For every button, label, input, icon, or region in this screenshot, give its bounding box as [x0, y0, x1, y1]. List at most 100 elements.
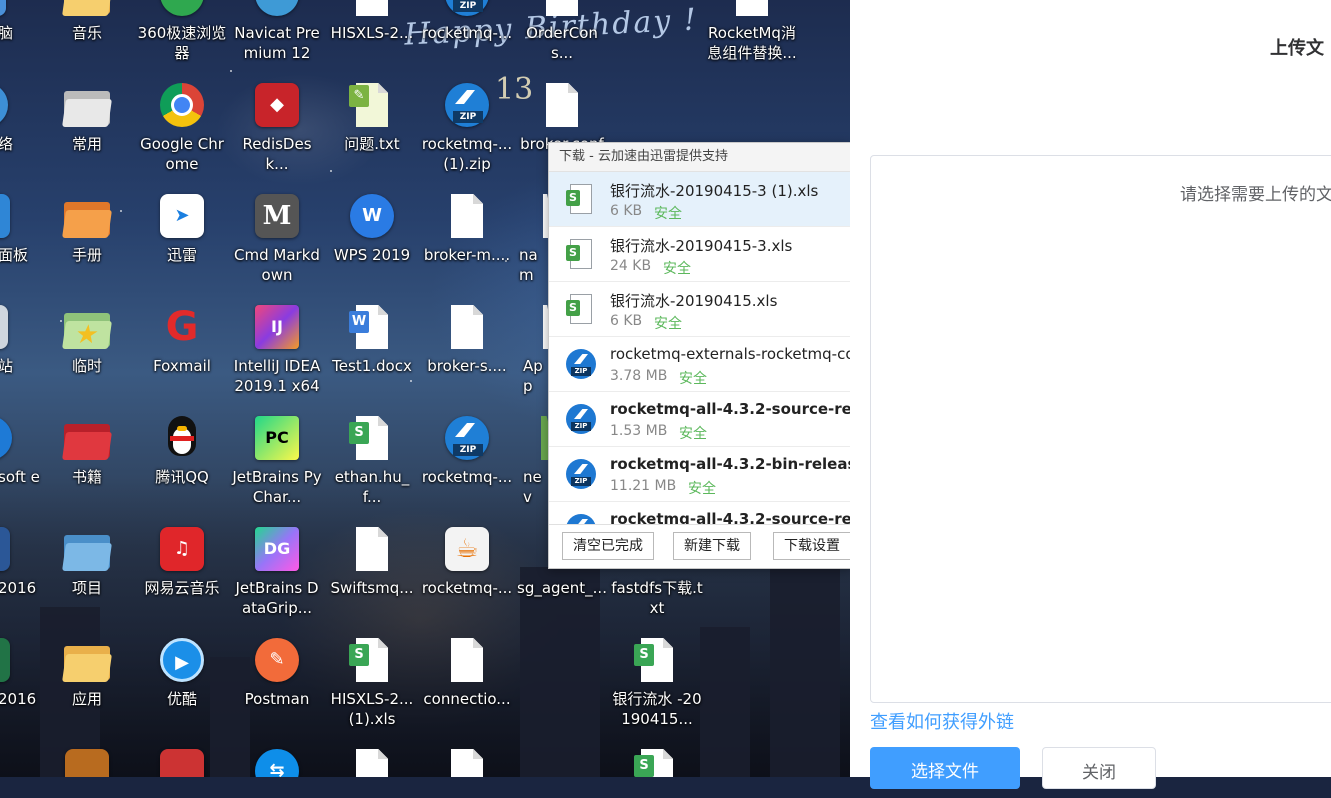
desktop-icon-edge[interactable]: e soft e [0, 414, 42, 487]
desktop-icon-ethan-file[interactable]: S ethan.hu_f... [326, 414, 418, 507]
pycharm-icon: PC [252, 414, 302, 464]
download-item[interactable]: ZIP rocketmq-externals-rocketmq-console 3.… [549, 337, 851, 392]
desktop-icon-label: rocketmq-... [421, 24, 513, 42]
download-item[interactable]: S 银行流水-20190415.xls 6 KB 安全 [549, 282, 851, 337]
desktop-icon-label: 络 [0, 135, 14, 153]
desktop-icon-file-a[interactable] [326, 747, 418, 777]
desktop-icon-music[interactable]: 音乐 [41, 0, 133, 43]
desktop-icon-hisxls-1[interactable]: S HISXLS-2... (1).xls [326, 636, 418, 729]
desktop-icon-label: 优酷 [166, 690, 197, 708]
document-icon [537, 81, 587, 131]
desktop-icon-file-b[interactable] [421, 747, 513, 777]
desktop-icon-label: HISXLS-2... [330, 24, 414, 42]
download-item-name: 银行流水-20190415.xls [610, 292, 778, 310]
desktop-icon-new[interactable]: nev [523, 414, 549, 507]
download-item-size: 6 KB [610, 313, 643, 329]
desktop-icon-common[interactable]: 常用 [41, 81, 133, 154]
desktop-icon-qq[interactable]: 腾讯QQ [136, 414, 228, 487]
youku-icon: ▶ [157, 636, 207, 686]
desktop-icon-computer[interactable]: 脑 [0, 0, 42, 43]
desktop-icon-app[interactable]: App [523, 303, 549, 396]
desktop-icon-navicat[interactable]: Navicat Premium 12 [231, 0, 323, 63]
desktop-icon-rocketmq-zip-1[interactable]: ZIP rocketmq-... (1).zip [421, 81, 513, 174]
desktop-icon-rocketmq-doc[interactable]: RocketMq消息组件替换... [706, 0, 798, 63]
external-link-help[interactable]: 查看如何获得外链 [870, 708, 1014, 734]
upload-dialog: 上传文 请选择需要上传的文 查看如何获得外链 选择文件 关闭 [850, 0, 1331, 789]
desktop-icon-cmd-markdown[interactable]: M Cmd Markdown [231, 192, 323, 285]
java-jar-icon: ☕ [442, 525, 492, 575]
desktop-icon-rocketmq-zip-2[interactable]: ZIP rocketmq-... [421, 414, 513, 487]
desktop-icon-intellij-idea[interactable]: IJ IntelliJ IDEA 2019.1 x64 [231, 303, 323, 396]
desktop-icon-file-c[interactable]: S [611, 747, 703, 777]
cmd-markdown-icon: M [252, 192, 302, 242]
desktop-icon-broker-m[interactable]: broker-m.... [421, 192, 513, 265]
desktop-icon-manual[interactable]: 手册 [41, 192, 133, 265]
desktop-icon-360-browser[interactable]: 360极速浏览器 [136, 0, 228, 63]
desktop-icon-label: 临时 [71, 357, 102, 375]
desktop-icon-temp[interactable]: ★ 临时 [41, 303, 133, 376]
desktop-icon-label: JetBrains DataGrip... [235, 579, 319, 617]
desktop-icon-redis-desktop[interactable]: ◆ RedisDesk... [231, 81, 323, 174]
desktop-icon-wps[interactable]: W WPS 2019 [326, 192, 418, 265]
download-item[interactable]: S 银行流水-20190415-3.xls 24 KB 安全 [549, 227, 851, 282]
desktop-icon-foxmail[interactable]: G Foxmail [136, 303, 228, 376]
document-icon [442, 747, 492, 777]
desktop-icon-rocketmq-jar[interactable]: ☕ rocketmq-... [421, 525, 513, 598]
spreadsheet-file-icon: S [566, 239, 596, 269]
desktop-icon-connection[interactable]: connectio... [421, 636, 513, 709]
foxmail-icon: G [165, 304, 199, 350]
desktop-icon-word-2016[interactable]: 2016 [0, 525, 42, 598]
download-item-status: 安全 [688, 481, 716, 497]
desktop-icon-game[interactable] [41, 747, 133, 777]
desktop-icon-datagrip[interactable]: DG JetBrains DataGrip... [231, 525, 323, 618]
desktop-icon-nam[interactable]: nam [519, 192, 549, 285]
desktop-icon-test1-docx[interactable]: W Test1.docx [326, 303, 418, 376]
desktop-icon-order-consumer[interactable]: OrderCons... [516, 0, 608, 63]
desktop-icon-projects[interactable]: 项目 [41, 525, 133, 598]
desktop-icon-question-txt[interactable]: ✎ 问题.txt [326, 81, 418, 154]
desktop-icon-pycharm[interactable]: PC JetBrains PyChar... [231, 414, 323, 507]
desktop-icon-bank-statement[interactable]: S 银行流水 -20190415... [611, 636, 703, 729]
desktop-icon-teamviewer[interactable]: ⇆ [231, 747, 323, 777]
document-icon [442, 303, 492, 353]
new-download-button[interactable]: 新建下载 [673, 532, 751, 560]
upload-drop-area[interactable] [870, 155, 1331, 703]
desktop-icon-swiftsmq[interactable]: Swiftsmq... [326, 525, 418, 598]
desktop-icon-label: sg_agent_... [517, 579, 607, 597]
folder-icon [62, 192, 112, 242]
wallpaper-star [330, 170, 332, 172]
choose-file-button[interactable]: 选择文件 [870, 747, 1020, 789]
desktop-icon-hisxls[interactable]: HISXLS-2... [326, 0, 418, 43]
desktop-icon-label: RedisDesk... [242, 135, 312, 173]
clear-completed-button[interactable]: 清空已完成 [562, 532, 654, 560]
download-item[interactable]: ZIP rocketmq-all-4.3.2-bin-release.zip 11.… [549, 447, 851, 502]
desktop-icon-netease-music[interactable]: ♫ 网易云音乐 [136, 525, 228, 598]
download-item[interactable]: S 银行流水-20190415-3 (1).xls 6 KB 安全 [549, 172, 851, 227]
desktop-icon-excel-2016[interactable]: 2016 [0, 636, 42, 709]
desktop-icon-network[interactable]: 络 [0, 81, 42, 154]
desktop-icon-nes[interactable] [136, 747, 228, 777]
desktop-icon-broker-s[interactable]: broker-s.... [421, 303, 513, 376]
postman-icon: ✎ [252, 636, 302, 686]
zip-file-icon: ZIP [566, 514, 596, 524]
close-button[interactable]: 关闭 [1042, 747, 1156, 789]
download-item-name: 银行流水-20190415-3 (1).xls [610, 182, 819, 200]
download-item[interactable]: ZIP rocketmq-all-4.3.2-source-release [549, 502, 851, 524]
download-item-name: rocketmq-all-4.3.2-bin-release.zip [610, 455, 851, 473]
desktop-icon-label: fastdfs下载.txt [611, 579, 703, 617]
desktop-icon-rocketmq-zip[interactable]: ZIP rocketmq-... [421, 0, 513, 43]
desktop-icon-label: OrderCons... [526, 24, 598, 62]
download-item-name: rocketmq-all-4.3.2-source-release [610, 510, 851, 524]
download-item[interactable]: ZIP rocketmq-all-4.3.2-source-release.zip… [549, 392, 851, 447]
download-item-status: 安全 [654, 316, 682, 332]
download-settings-button[interactable]: 下载设置 [773, 532, 851, 560]
wallpaper-star [230, 70, 232, 72]
desktop-icon-xunlei[interactable]: ➤ 迅雷 [136, 192, 228, 265]
desktop-icon-control-panel[interactable]: 面板 [0, 192, 42, 265]
desktop-icon-youku[interactable]: ▶ 优酷 [136, 636, 228, 709]
desktop-icon-apps[interactable]: 应用 [41, 636, 133, 709]
desktop-icon-postman[interactable]: ✎ Postman [231, 636, 323, 709]
desktop-icon-books[interactable]: 书籍 [41, 414, 133, 487]
desktop-icon-chrome[interactable]: Google Chrome [136, 81, 228, 174]
desktop-icon-recycle-bin[interactable]: 站 [0, 303, 42, 376]
